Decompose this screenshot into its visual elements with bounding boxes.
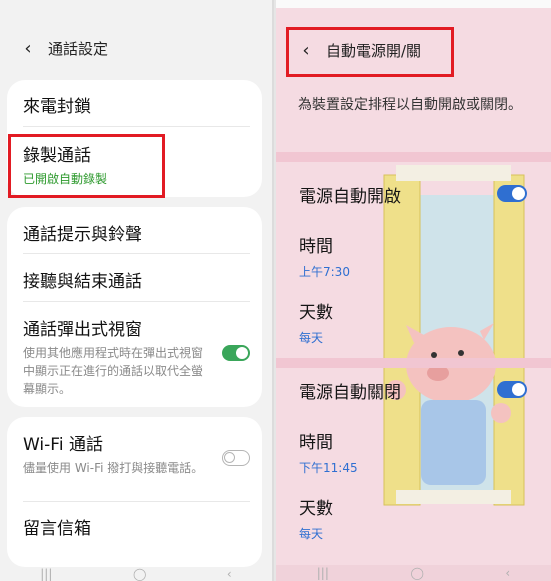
power-off-time-value: 下午11:45 — [299, 461, 358, 475]
separator — [276, 358, 551, 368]
popup-label: 通話彈出式視窗 — [23, 320, 142, 340]
power-on-days-item[interactable]: 天數 每天 — [299, 298, 529, 346]
call-settings-screen: ‹ 通話設定 來電封鎖 錄製通話 已開啟自動錄製 通話提示與鈴聲 接聽與結束通話… — [0, 0, 272, 581]
power-on-toggle[interactable] — [497, 185, 527, 202]
power-off-days-label: 天數 — [299, 499, 333, 519]
wifi-calling-description: 儘量使用 Wi-Fi 撥打與接聽電話。 — [23, 461, 204, 475]
back-nav-icon[interactable]: ‹ — [227, 567, 232, 581]
power-on-time-item[interactable]: 時間 上午7:30 — [299, 232, 529, 280]
power-on-time-value: 上午7:30 — [299, 265, 350, 279]
highlight-box — [286, 27, 454, 77]
ringtones-item[interactable]: 通話提示與鈴聲 — [23, 220, 246, 245]
power-on-item[interactable]: 電源自動開啟 — [299, 182, 529, 207]
divider — [23, 126, 250, 127]
wifi-calling-item[interactable]: Wi-Fi 通話 儘量使用 Wi-Fi 撥打與接聽電話。 — [23, 430, 207, 477]
power-on-time-label: 時間 — [299, 237, 333, 257]
power-off-item[interactable]: 電源自動關閉 — [299, 378, 529, 403]
power-off-toggle[interactable] — [497, 381, 527, 398]
power-on-days-value: 每天 — [299, 331, 324, 345]
card-call-options: 通話提示與鈴聲 接聽與結束通話 通話彈出式視窗 使用其他應用程式時在彈出式視窗中… — [7, 207, 262, 407]
power-off-days-value: 每天 — [299, 527, 324, 541]
recents-icon[interactable]: ||| — [40, 567, 52, 581]
nav-bar: ||| ◯ ‹ — [276, 565, 551, 581]
popup-item[interactable]: 通話彈出式視窗 使用其他應用程式時在彈出式視窗中顯示正在進行的通話以取代全螢幕顯… — [23, 315, 207, 398]
popup-description: 使用其他應用程式時在彈出式視窗中顯示正在進行的通話以取代全螢幕顯示。 — [23, 346, 204, 396]
power-off-label: 電源自動關閉 — [299, 383, 401, 403]
voicemail-label: 留言信箱 — [23, 519, 91, 539]
nav-bar: ||| ◯ ‹ — [0, 567, 272, 581]
call-block-item[interactable]: 來電封鎖 — [23, 92, 246, 117]
divider — [23, 301, 250, 302]
power-on-label: 電源自動開啟 — [299, 187, 401, 207]
call-block-label: 來電封鎖 — [23, 97, 91, 117]
divider — [23, 253, 250, 254]
divider — [23, 501, 250, 502]
home-icon[interactable]: ◯ — [133, 567, 146, 581]
status-strip — [276, 0, 551, 8]
wifi-calling-label: Wi-Fi 通話 — [23, 435, 103, 455]
answer-end-item[interactable]: 接聽與結束通話 — [23, 267, 246, 292]
popup-toggle[interactable] — [222, 345, 250, 361]
power-on-days-label: 天數 — [299, 303, 333, 323]
description: 為裝置設定排程以自動開啟或關閉。 — [298, 97, 522, 113]
answer-end-label: 接聽與結束通話 — [23, 272, 142, 292]
auto-power-screen: ‹ 自動電源開/關 為裝置設定排程以自動開啟或關閉。 電源自動開啟 時間 上午7… — [274, 0, 551, 581]
power-off-time-label: 時間 — [299, 433, 333, 453]
home-icon[interactable]: ◯ — [410, 566, 423, 580]
power-off-time-item[interactable]: 時間 下午11:45 — [299, 428, 529, 476]
highlight-box — [8, 134, 165, 198]
voicemail-item[interactable]: 留言信箱 — [23, 514, 246, 539]
page-title: 通話設定 — [48, 39, 109, 58]
back-chevron-icon[interactable]: ‹ — [18, 38, 38, 59]
wifi-calling-toggle[interactable] — [222, 450, 250, 466]
header: ‹ 通話設定 — [0, 18, 272, 78]
power-off-days-item[interactable]: 天數 每天 — [299, 494, 529, 542]
back-nav-icon[interactable]: ‹ — [505, 566, 510, 580]
ringtones-label: 通話提示與鈴聲 — [23, 225, 142, 245]
separator — [276, 152, 551, 162]
card-wifi-voicemail: Wi-Fi 通話 儘量使用 Wi-Fi 撥打與接聽電話。 留言信箱 — [7, 417, 262, 567]
recents-icon[interactable]: ||| — [317, 566, 329, 580]
